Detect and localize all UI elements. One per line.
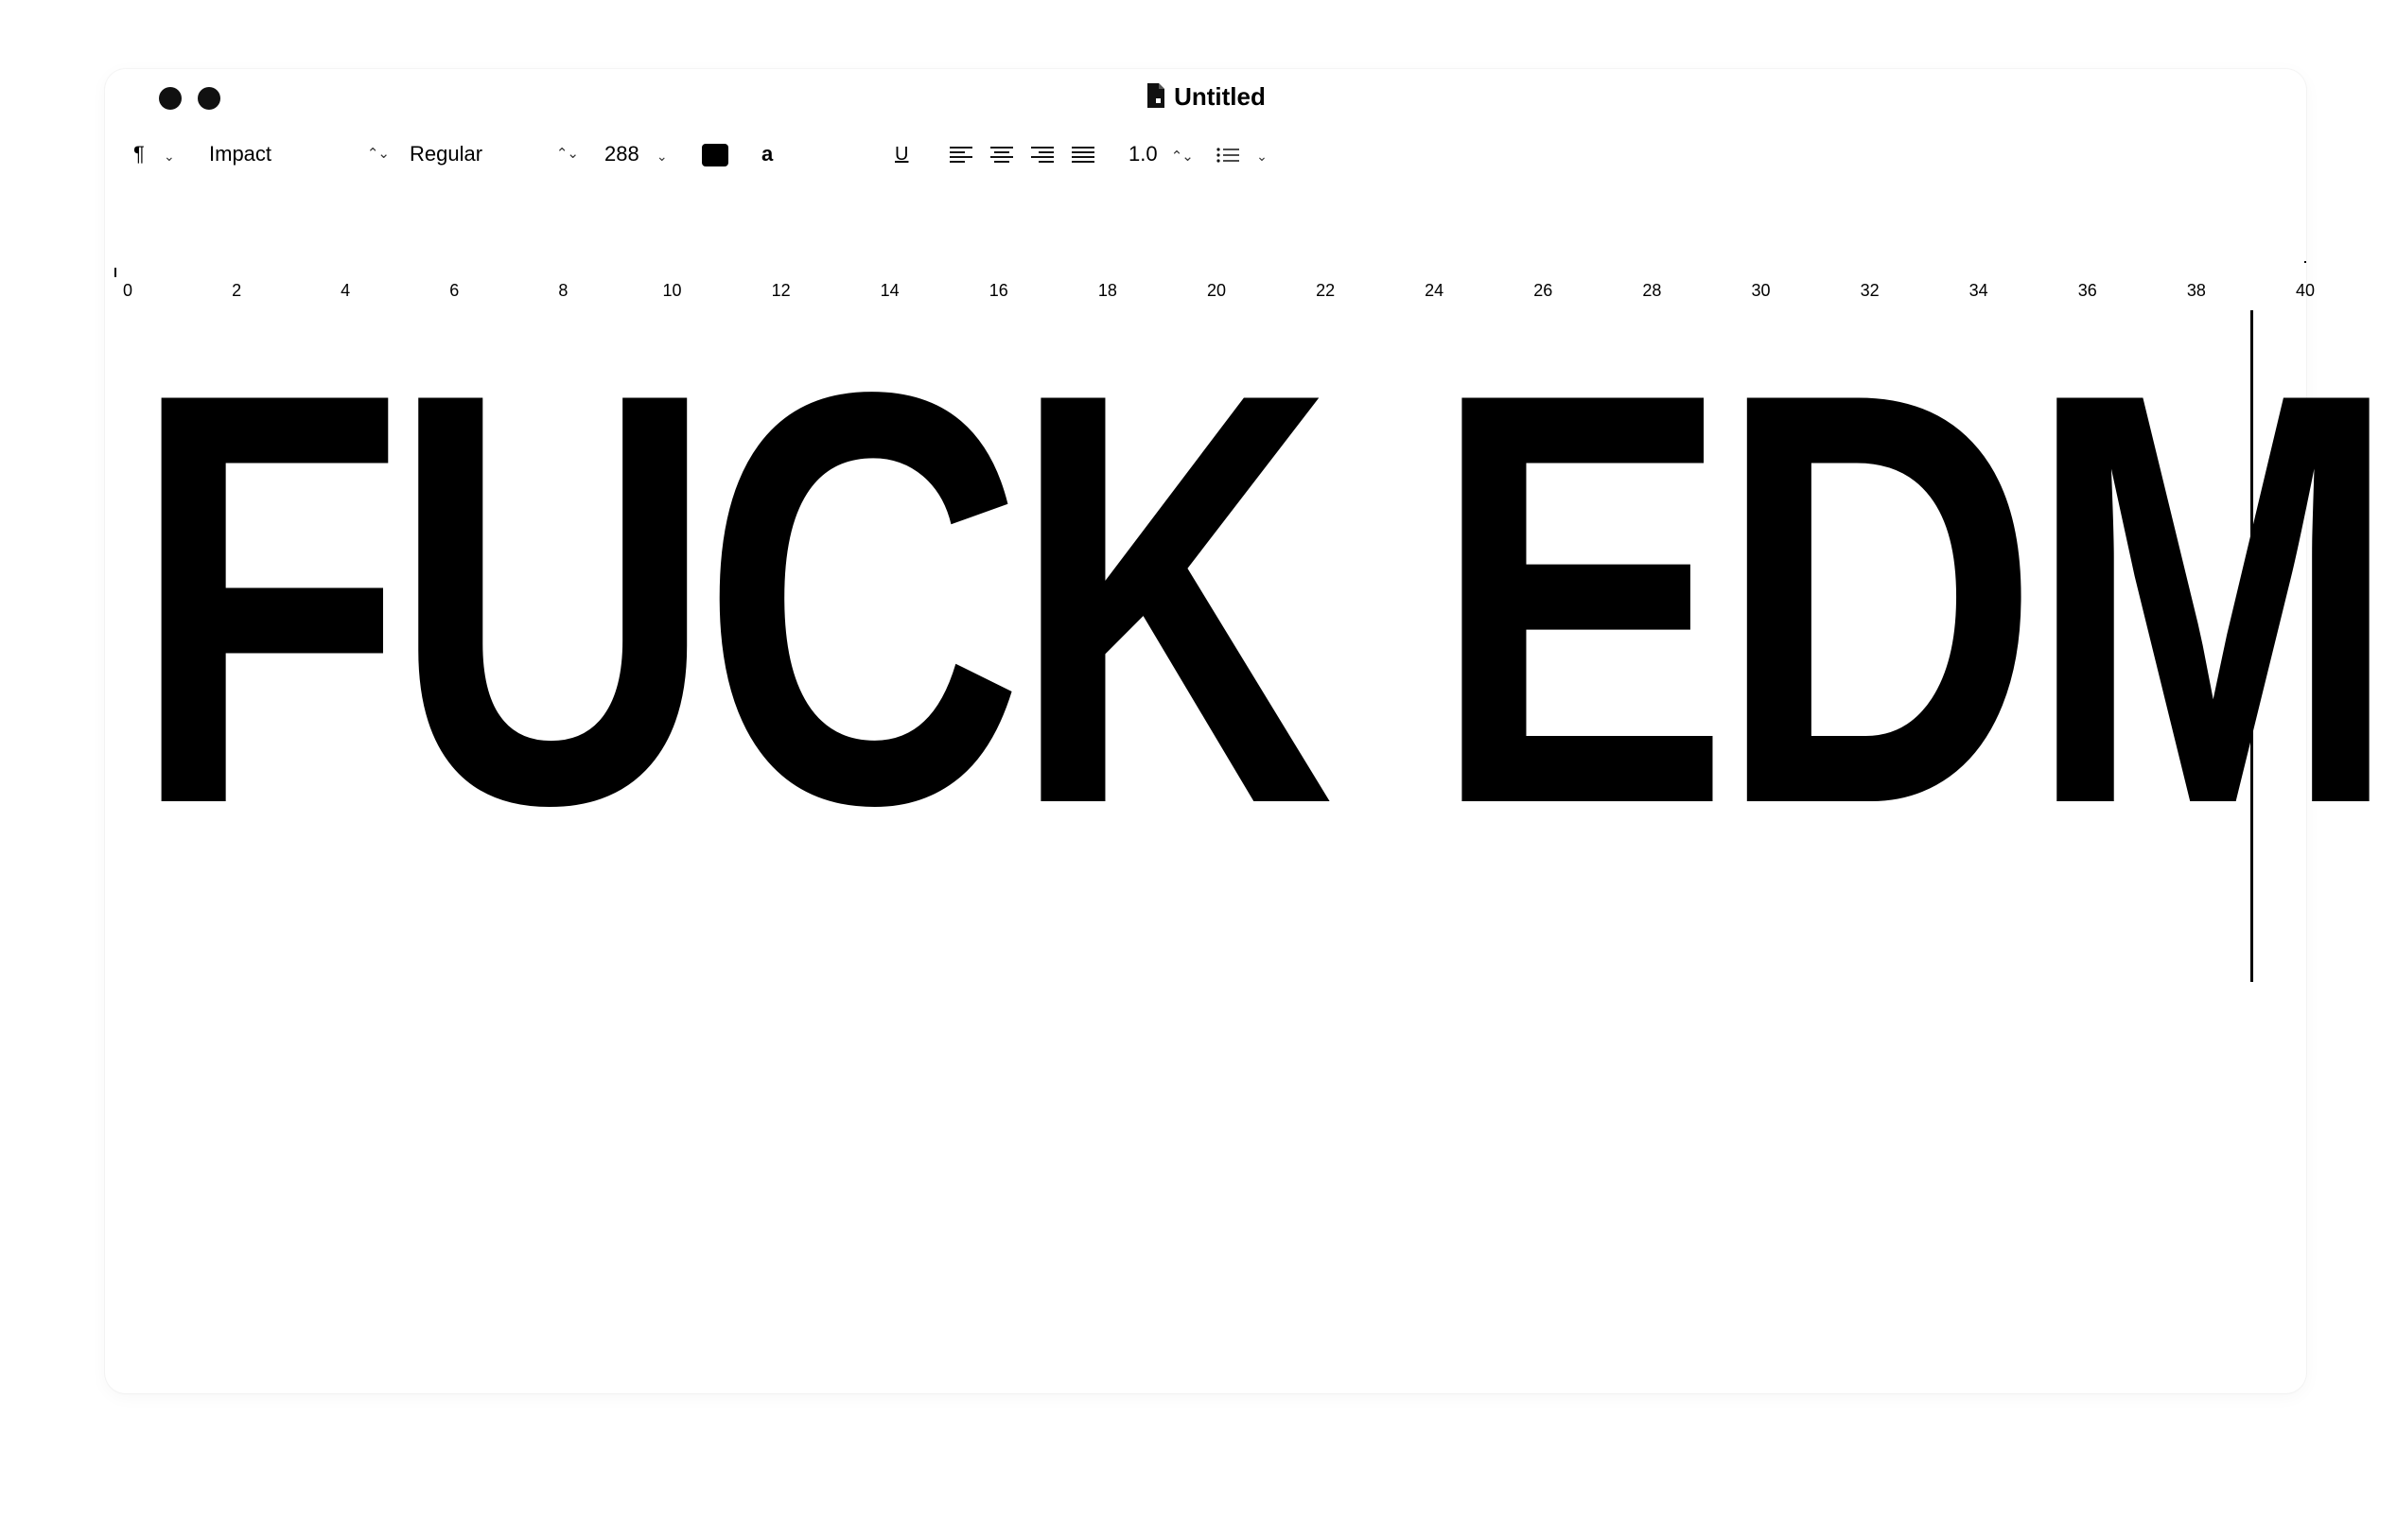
line-spacing-value: 1.0 — [1129, 142, 1158, 166]
align-left-icon — [950, 147, 972, 164]
chevron-down-icon: ⌄ — [656, 149, 668, 164]
document-text[interactable]: FUCK EDM — [131, 306, 2397, 892]
paragraph-icon: ¶ — [133, 142, 145, 166]
left-indent-marker[interactable] — [114, 268, 116, 277]
window-title-area: Untitled — [105, 81, 2306, 112]
align-justify-button[interactable] — [1072, 126, 1094, 183]
up-down-icon: ⌃⌄ — [1170, 149, 1194, 165]
right-margin-marker[interactable] — [2304, 261, 2306, 263]
font-family-popup[interactable]: Impact ⌃⌄ — [209, 126, 390, 183]
font-size-value: 288 — [604, 142, 639, 166]
text-color-swatch — [702, 144, 728, 167]
line-spacing-popup[interactable]: 1.0 ⌃⌄ — [1129, 126, 1194, 183]
font-family-value: Impact — [209, 142, 272, 166]
align-left-button[interactable] — [950, 126, 972, 183]
text-color-well[interactable] — [702, 126, 728, 183]
document-icon — [1147, 83, 1165, 108]
chevron-down-icon: ⌄ — [163, 149, 175, 164]
format-toolbar: ¶ ⌄ Impact ⌃⌄ Regular ⌃⌄ 288 ⌄ a U 1.0 ⌃… — [105, 126, 2306, 183]
up-down-icon: ⌃⌄ — [366, 146, 390, 162]
align-center-button[interactable] — [990, 126, 1013, 183]
align-center-icon — [990, 147, 1013, 164]
align-justify-icon — [1072, 147, 1094, 164]
document-body[interactable]: FUCK EDM — [131, 306, 2397, 968]
font-style-value: Regular — [410, 142, 483, 166]
title-bar[interactable]: Untitled — [105, 69, 2306, 126]
underline-button[interactable]: U — [895, 126, 908, 183]
font-style-popup[interactable]: Regular ⌃⌄ — [410, 126, 579, 183]
up-down-icon: ⌃⌄ — [555, 146, 579, 162]
list-style-menu[interactable]: ⌄ — [1216, 126, 1268, 183]
highlight-label: a — [761, 142, 774, 166]
align-right-icon — [1031, 147, 1054, 164]
window-title: Untitled — [1174, 82, 1266, 111]
chevron-down-icon: ⌄ — [1256, 149, 1268, 164]
align-right-button[interactable] — [1031, 126, 1054, 183]
paragraph-style-menu[interactable]: ¶ ⌄ — [133, 126, 175, 183]
text-caret — [2250, 310, 2253, 982]
highlight-button[interactable]: a — [761, 126, 773, 183]
font-size-combo[interactable]: 288 ⌄ — [604, 126, 668, 183]
document-window: Untitled ¶ ⌄ Impact ⌃⌄ Regular ⌃⌄ 288 ⌄ … — [105, 69, 2397, 1393]
bullet-list-icon — [1216, 148, 1239, 163]
ruler[interactable]: 0 2 4 6 8 10 12 14 16 18 20 22 24 26 28 30 32 34 36 38 40 — [105, 189, 2315, 300]
underline-icon: U — [895, 144, 909, 165]
